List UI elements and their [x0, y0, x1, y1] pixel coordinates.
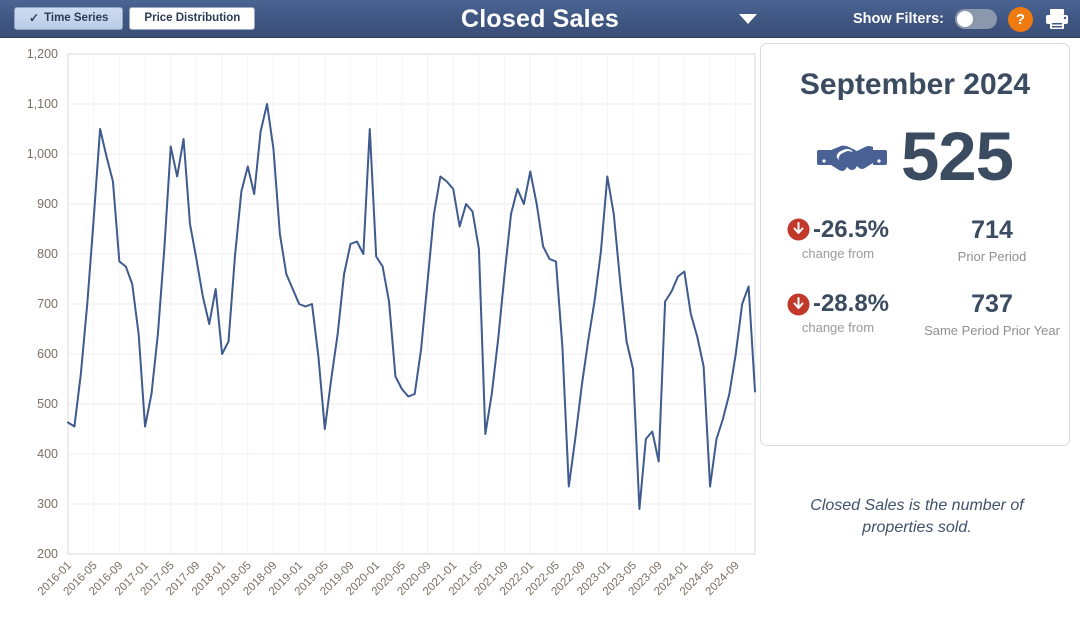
- prior-year-pct: -28.8%: [813, 290, 889, 318]
- y-axis-tick: 1,200: [27, 47, 58, 61]
- arrow-down-circle-icon: [787, 218, 810, 241]
- prior-year-label: Same Period Prior Year: [915, 323, 1069, 339]
- handshake-icon: [817, 132, 887, 182]
- y-axis-tick: 800: [37, 247, 58, 261]
- prior-period-change: -26.5% change from: [761, 216, 915, 265]
- period-title: September 2024: [761, 68, 1069, 102]
- prior-year-value: 737: [915, 290, 1069, 319]
- show-filters-toggle[interactable]: [955, 9, 997, 29]
- check-icon: ✓: [29, 8, 39, 29]
- y-axis-tick: 400: [37, 447, 58, 461]
- y-axis-tick: 1,100: [27, 97, 58, 111]
- tab-time-series-label: Time Series: [44, 8, 108, 29]
- app-header: ✓ Time Series Price Distribution Closed …: [0, 0, 1080, 38]
- y-axis-tick: 600: [37, 347, 58, 361]
- metric-value: 525: [901, 124, 1013, 190]
- toggle-knob: [957, 11, 973, 27]
- prior-period-label: Prior Period: [915, 249, 1069, 265]
- metric-card: September 2024 52: [760, 43, 1070, 446]
- headline-metric: 525: [761, 124, 1069, 190]
- view-tabs: ✓ Time Series Price Distribution: [0, 7, 255, 30]
- metric-description: Closed Sales is the number of properties…: [778, 495, 1056, 538]
- y-axis-tick: 300: [37, 497, 58, 511]
- printer-icon[interactable]: [1044, 6, 1070, 32]
- time-series-chart[interactable]: 2003004005006007008009001,0001,1001,2002…: [0, 38, 760, 623]
- comparison-stats: -26.5% change from 714 Prior Period: [761, 216, 1069, 339]
- prior-year-caption: change from: [761, 320, 915, 335]
- chart-canvas: 2003004005006007008009001,0001,1001,2002…: [0, 38, 760, 623]
- arrow-down-circle-icon: [787, 293, 810, 316]
- tab-time-series[interactable]: ✓ Time Series: [14, 7, 123, 30]
- y-axis-tick: 900: [37, 197, 58, 211]
- prior-period-value-block: 714 Prior Period: [915, 216, 1069, 265]
- prior-period-value: 714: [915, 216, 1069, 245]
- stat-row-prior-year: -28.8% change from 737 Same Period Prior…: [761, 290, 1069, 339]
- tab-price-distribution[interactable]: Price Distribution: [129, 7, 255, 30]
- header-controls: Show Filters: ?: [853, 0, 1070, 38]
- prior-period-pct: -26.5%: [813, 216, 889, 244]
- stat-row-prior-period: -26.5% change from 714 Prior Period: [761, 216, 1069, 265]
- help-button[interactable]: ?: [1008, 7, 1033, 32]
- summary-panel: September 2024 52: [760, 38, 1080, 623]
- y-axis-tick: 500: [37, 397, 58, 411]
- show-filters-label: Show Filters:: [853, 11, 944, 27]
- y-axis-tick: 200: [37, 547, 58, 561]
- prior-period-caption: change from: [761, 246, 915, 261]
- y-axis-tick: 1,000: [27, 147, 58, 161]
- prior-year-change: -28.8% change from: [761, 290, 915, 339]
- caret-down-icon[interactable]: [739, 14, 757, 24]
- dashboard-body: 2003004005006007008009001,0001,1001,2002…: [0, 38, 1080, 623]
- y-axis-tick: 700: [37, 297, 58, 311]
- prior-year-value-block: 737 Same Period Prior Year: [915, 290, 1069, 339]
- tab-price-distribution-label: Price Distribution: [144, 8, 240, 29]
